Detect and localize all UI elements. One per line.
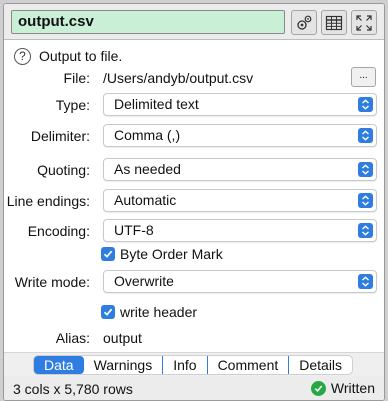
help-icon[interactable]: ?: [14, 47, 31, 65]
file-path-field[interactable]: /Users/andyb/output.csv: [103, 70, 253, 86]
write-header-checkbox[interactable]: write header: [101, 304, 197, 320]
tab-details[interactable]: Details: [289, 356, 352, 374]
file-label: File:: [63, 70, 90, 86]
settings-button[interactable]: [291, 10, 317, 35]
row-count-summary: 3 cols x 5,780 rows: [13, 381, 133, 397]
encoding-value: UTF-8: [114, 222, 154, 238]
line-endings-label: Line endings:: [6, 193, 90, 209]
expand-button[interactable]: [351, 10, 377, 35]
browse-button[interactable]: ...: [351, 67, 376, 87]
chevron-updown-icon: [358, 162, 373, 177]
chevron-updown-icon: [358, 223, 373, 238]
chevron-updown-icon: [358, 97, 373, 112]
alias-label: Alias:: [55, 330, 90, 346]
write-mode-select[interactable]: Overwrite: [103, 270, 377, 293]
expand-arrows-icon: [356, 14, 372, 31]
delimiter-select[interactable]: Comma (,): [103, 124, 377, 147]
checkmark-icon: [101, 305, 115, 319]
encoding-label: Encoding:: [27, 223, 90, 239]
line-endings-select[interactable]: Automatic: [103, 189, 377, 212]
title-bar: output.csv: [4, 4, 384, 40]
checkmark-icon: [101, 247, 115, 261]
table-icon: [325, 15, 343, 30]
status-indicator: Written: [310, 380, 375, 396]
table-view-button[interactable]: [321, 10, 347, 35]
tab-bar: Data Warnings Info Comment Details: [33, 355, 354, 375]
check-circle-icon: [310, 380, 326, 396]
status-bar: 3 cols x 5,780 rows Written: [4, 376, 384, 400]
encoding-select[interactable]: UTF-8: [103, 219, 377, 242]
output-node-panel: output.csv ? Output to file. File: /User…: [3, 3, 385, 401]
chevron-updown-icon: [358, 128, 373, 143]
type-select[interactable]: Delimited text: [103, 93, 377, 116]
type-value: Delimited text: [114, 96, 199, 112]
write-mode-label: Write mode:: [14, 274, 90, 290]
tab-warnings[interactable]: Warnings: [84, 356, 164, 374]
tab-comment[interactable]: Comment: [208, 356, 290, 374]
tab-data[interactable]: Data: [34, 356, 84, 374]
delimiter-value: Comma (,): [114, 127, 181, 143]
quoting-value: As needed: [114, 161, 181, 177]
write-mode-value: Overwrite: [114, 273, 174, 289]
gears-icon: [297, 15, 312, 30]
help-row: ? Output to file.: [14, 47, 122, 65]
byte-order-mark-label: Byte Order Mark: [120, 246, 223, 262]
type-label: Type:: [55, 97, 90, 113]
quoting-select[interactable]: As needed: [103, 158, 377, 181]
node-name-field[interactable]: output.csv: [11, 10, 285, 34]
status-text: Written: [330, 380, 375, 396]
chevron-updown-icon: [358, 193, 373, 208]
write-header-label: write header: [120, 304, 198, 320]
chevron-updown-icon: [358, 274, 373, 289]
help-text: Output to file.: [39, 48, 123, 64]
delimiter-label: Delimiter:: [30, 128, 90, 144]
alias-field[interactable]: output: [103, 330, 142, 346]
quoting-label: Quoting:: [37, 162, 90, 178]
tab-info[interactable]: Info: [163, 356, 208, 374]
line-endings-value: Automatic: [114, 192, 177, 208]
byte-order-mark-checkbox[interactable]: Byte Order Mark: [101, 246, 223, 262]
